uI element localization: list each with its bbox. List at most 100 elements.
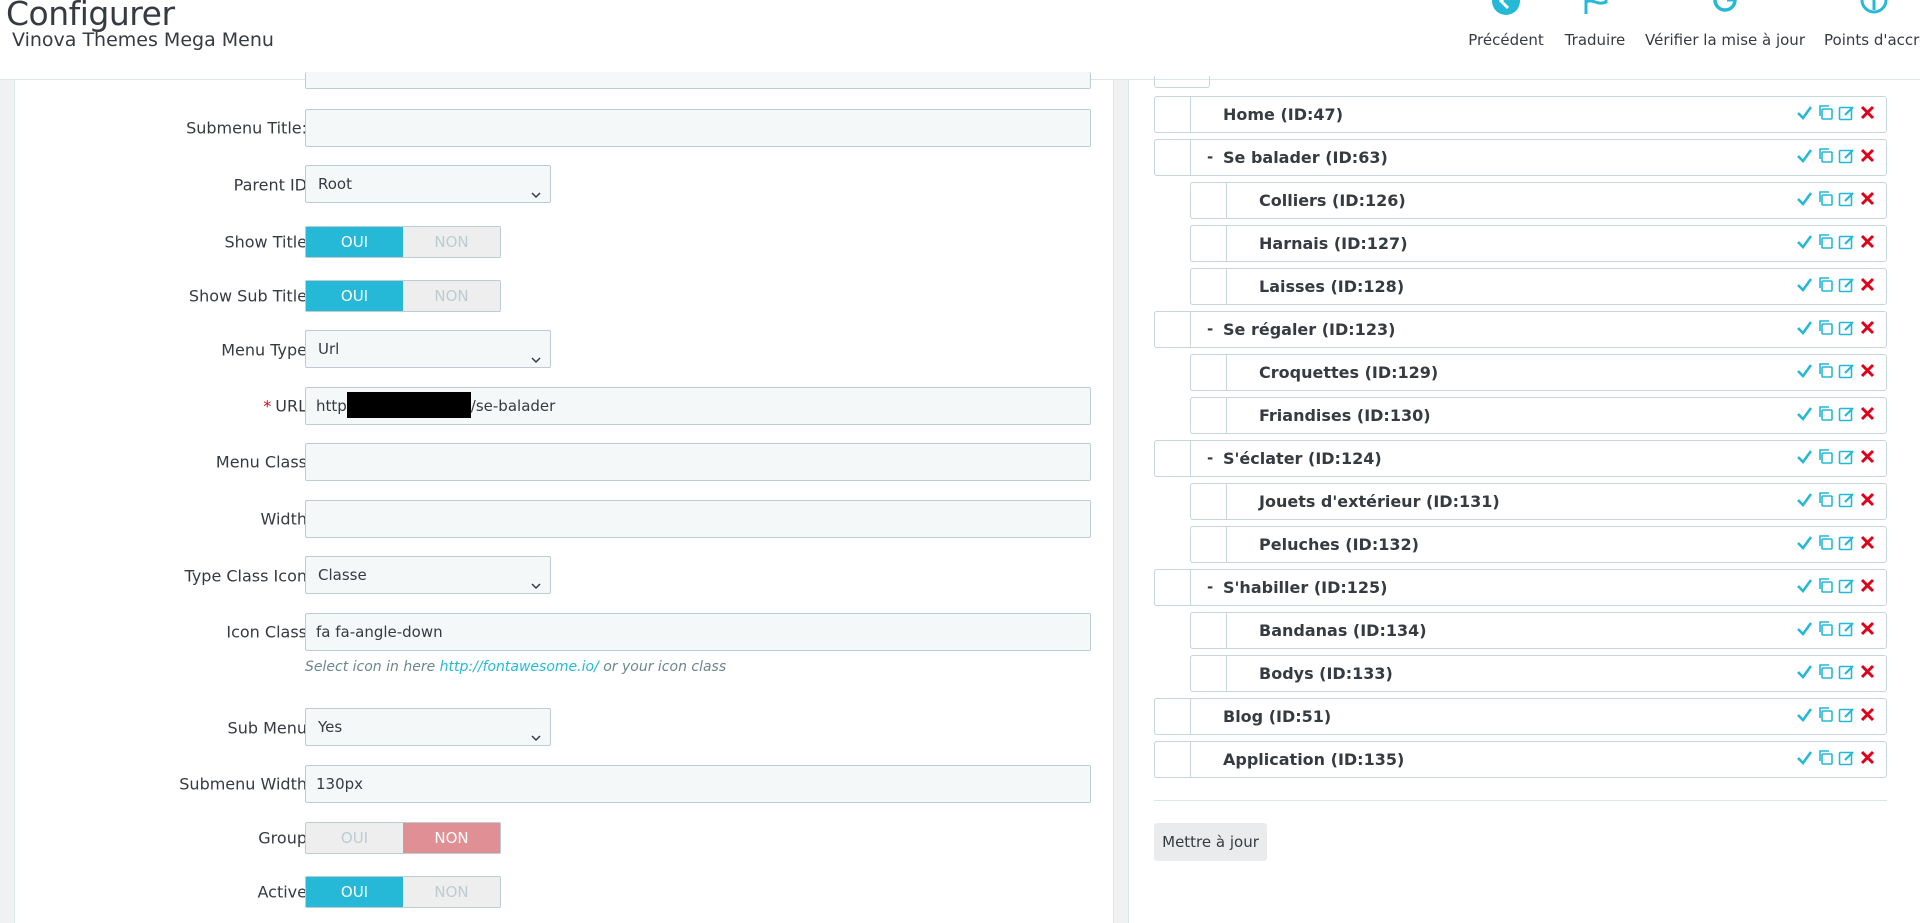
collapse-toggle[interactable]: - bbox=[1207, 148, 1213, 166]
duplicate-icon[interactable] bbox=[1817, 448, 1834, 465]
delete-icon[interactable] bbox=[1859, 448, 1876, 465]
tree-item[interactable]: Bodys (ID:133) bbox=[1190, 655, 1887, 692]
edit-icon[interactable] bbox=[1838, 104, 1855, 121]
active-yes[interactable]: OUI bbox=[306, 877, 403, 907]
tree-item[interactable]: Home (ID:47) bbox=[1154, 96, 1887, 133]
drag-handle[interactable] bbox=[1190, 397, 1227, 434]
group-toggle[interactable]: OUI NON bbox=[305, 822, 501, 854]
group-yes[interactable]: OUI bbox=[306, 823, 403, 853]
delete-icon[interactable] bbox=[1859, 620, 1876, 637]
translate-button[interactable]: Traduire bbox=[1555, 0, 1635, 60]
collapse-toggle[interactable]: - bbox=[1207, 578, 1213, 596]
drag-handle[interactable] bbox=[1154, 569, 1191, 606]
show-title-no[interactable]: NON bbox=[403, 227, 500, 257]
drag-handle[interactable] bbox=[1190, 612, 1227, 649]
delete-icon[interactable] bbox=[1859, 534, 1876, 551]
show-sub-title-toggle[interactable]: OUI NON bbox=[305, 280, 501, 312]
tree-item[interactable]: Bandanas (ID:134) bbox=[1190, 612, 1887, 649]
duplicate-icon[interactable] bbox=[1817, 749, 1834, 766]
check-icon[interactable] bbox=[1796, 448, 1813, 465]
delete-icon[interactable] bbox=[1859, 190, 1876, 207]
icon-class-input[interactable] bbox=[305, 613, 1091, 651]
duplicate-icon[interactable] bbox=[1817, 147, 1834, 164]
drag-handle[interactable] bbox=[1190, 268, 1227, 305]
tree-item[interactable]: Blog (ID:51) bbox=[1154, 698, 1887, 735]
sub-menu-select[interactable]: Yes bbox=[305, 708, 551, 746]
delete-icon[interactable] bbox=[1859, 706, 1876, 723]
check-icon[interactable] bbox=[1796, 319, 1813, 336]
drag-handle[interactable] bbox=[1190, 655, 1227, 692]
duplicate-icon[interactable] bbox=[1817, 534, 1834, 551]
edit-icon[interactable] bbox=[1838, 534, 1855, 551]
delete-icon[interactable] bbox=[1859, 663, 1876, 680]
edit-icon[interactable] bbox=[1838, 663, 1855, 680]
drag-handle[interactable] bbox=[1154, 741, 1191, 778]
drag-handle[interactable] bbox=[1190, 483, 1227, 520]
duplicate-icon[interactable] bbox=[1817, 190, 1834, 207]
delete-icon[interactable] bbox=[1859, 147, 1876, 164]
show-sub-title-no[interactable]: NON bbox=[403, 281, 500, 311]
tree-item[interactable]: Friandises (ID:130) bbox=[1190, 397, 1887, 434]
drag-handle[interactable] bbox=[1190, 182, 1227, 219]
delete-icon[interactable] bbox=[1859, 362, 1876, 379]
edit-icon[interactable] bbox=[1838, 448, 1855, 465]
duplicate-icon[interactable] bbox=[1817, 362, 1834, 379]
drag-handle[interactable] bbox=[1154, 311, 1191, 348]
tree-item[interactable]: Harnais (ID:127) bbox=[1190, 225, 1887, 262]
duplicate-icon[interactable] bbox=[1817, 491, 1834, 508]
group-no[interactable]: NON bbox=[403, 823, 500, 853]
top-partial-field[interactable] bbox=[305, 72, 1091, 89]
tree-item[interactable]: - Se balader (ID:63) bbox=[1154, 139, 1887, 176]
drag-handle[interactable] bbox=[1154, 139, 1191, 176]
edit-icon[interactable] bbox=[1838, 233, 1855, 250]
menu-class-input[interactable] bbox=[305, 443, 1091, 481]
edit-icon[interactable] bbox=[1838, 577, 1855, 594]
check-icon[interactable] bbox=[1796, 491, 1813, 508]
check-icon[interactable] bbox=[1796, 147, 1813, 164]
tree-item[interactable]: Jouets d'extérieur (ID:131) bbox=[1190, 483, 1887, 520]
check-icon[interactable] bbox=[1796, 276, 1813, 293]
submenu-width-input[interactable] bbox=[305, 765, 1091, 803]
collapse-toggle[interactable]: - bbox=[1207, 320, 1213, 338]
duplicate-icon[interactable] bbox=[1817, 706, 1834, 723]
tree-item[interactable]: Laisses (ID:128) bbox=[1190, 268, 1887, 305]
show-sub-title-yes[interactable]: OUI bbox=[306, 281, 403, 311]
update-button[interactable]: Mettre à jour bbox=[1154, 823, 1267, 861]
edit-icon[interactable] bbox=[1838, 749, 1855, 766]
check-update-button[interactable]: Vérifier la mise à jour bbox=[1635, 0, 1815, 60]
tree-item[interactable]: Peluches (ID:132) bbox=[1190, 526, 1887, 563]
delete-icon[interactable] bbox=[1859, 319, 1876, 336]
check-icon[interactable] bbox=[1796, 663, 1813, 680]
drag-handle[interactable] bbox=[1154, 440, 1191, 477]
hooks-button[interactable]: Points d'accroche bbox=[1814, 0, 1920, 60]
active-toggle[interactable]: OUI NON bbox=[305, 876, 501, 908]
tree-item[interactable]: - S'éclater (ID:124) bbox=[1154, 440, 1887, 477]
edit-icon[interactable] bbox=[1838, 405, 1855, 422]
duplicate-icon[interactable] bbox=[1817, 577, 1834, 594]
delete-icon[interactable] bbox=[1859, 233, 1876, 250]
edit-icon[interactable] bbox=[1838, 491, 1855, 508]
show-title-yes[interactable]: OUI bbox=[306, 227, 403, 257]
duplicate-icon[interactable] bbox=[1817, 104, 1834, 121]
tree-item[interactable]: - Se régaler (ID:123) bbox=[1154, 311, 1887, 348]
edit-icon[interactable] bbox=[1838, 706, 1855, 723]
drag-handle[interactable] bbox=[1190, 354, 1227, 391]
duplicate-icon[interactable] bbox=[1817, 620, 1834, 637]
edit-icon[interactable] bbox=[1838, 147, 1855, 164]
active-no[interactable]: NON bbox=[403, 877, 500, 907]
drag-handle[interactable] bbox=[1154, 96, 1191, 133]
duplicate-icon[interactable] bbox=[1817, 319, 1834, 336]
delete-icon[interactable] bbox=[1859, 104, 1876, 121]
tree-item[interactable]: - S'habiller (ID:125) bbox=[1154, 569, 1887, 606]
type-class-icon-select[interactable]: Classe bbox=[305, 556, 551, 594]
check-icon[interactable] bbox=[1796, 104, 1813, 121]
check-icon[interactable] bbox=[1796, 577, 1813, 594]
check-icon[interactable] bbox=[1796, 620, 1813, 637]
drag-handle[interactable] bbox=[1154, 698, 1191, 735]
duplicate-icon[interactable] bbox=[1817, 405, 1834, 422]
edit-icon[interactable] bbox=[1838, 190, 1855, 207]
delete-icon[interactable] bbox=[1859, 405, 1876, 422]
tree-item[interactable]: Colliers (ID:126) bbox=[1190, 182, 1887, 219]
show-title-toggle[interactable]: OUI NON bbox=[305, 226, 501, 258]
duplicate-icon[interactable] bbox=[1817, 663, 1834, 680]
